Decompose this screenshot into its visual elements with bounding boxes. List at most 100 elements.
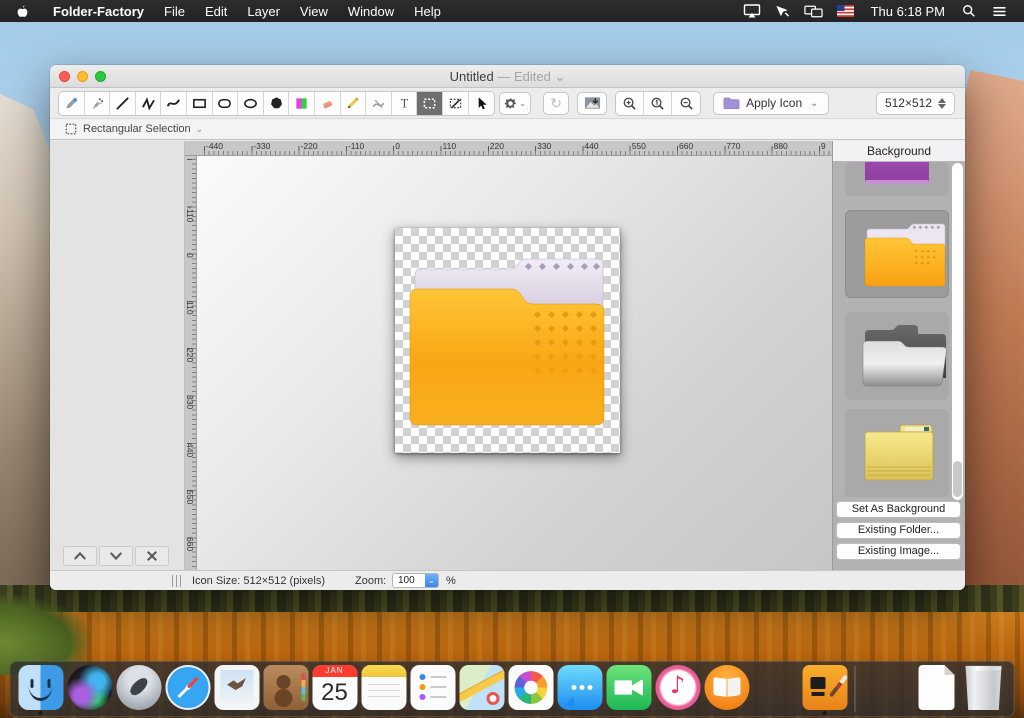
- lightning-app-app-icon: [863, 665, 908, 710]
- dock-calendar-icon[interactable]: JAN25: [312, 664, 358, 714]
- zoom-level-combobox[interactable]: 100 ⌄: [392, 573, 439, 588]
- dock-folder-factory-icon[interactable]: [802, 664, 848, 714]
- zoom-status-label: Zoom:: [355, 575, 386, 587]
- menu-window[interactable]: Window: [338, 4, 404, 19]
- dock-mail-icon[interactable]: [214, 664, 260, 714]
- scrollbar-thumb[interactable]: [953, 461, 962, 497]
- export-image-button[interactable]: [577, 92, 607, 115]
- rectangular-selection-tool[interactable]: [417, 92, 443, 115]
- next-arrow-button[interactable]: [99, 546, 133, 566]
- tool-group: T: [58, 91, 495, 116]
- dock-finder-icon[interactable]: [18, 664, 64, 714]
- dock-notes-icon[interactable]: [361, 664, 407, 714]
- redo-button[interactable]: ↻: [543, 92, 569, 115]
- notification-center-icon[interactable]: [987, 5, 1012, 18]
- window-titlebar[interactable]: Untitled — Edited ⌄: [50, 65, 965, 88]
- purple-folder-icon: [723, 97, 740, 109]
- main-toolbar: T ⌄ ↻ Apply Icon ⌄ 512×512: [50, 88, 965, 118]
- curve-tool[interactable]: [161, 92, 187, 115]
- existing-folder-button[interactable]: Existing Folder...: [836, 522, 961, 539]
- airplay-display-icon[interactable]: [738, 4, 766, 18]
- polygon-tool[interactable]: [264, 92, 290, 115]
- dock-photos-icon[interactable]: [508, 664, 554, 714]
- system-preferences-app-icon: [753, 665, 798, 710]
- status-bar: Icon Size: 512×512 (pixels) Zoom: 100 ⌄ …: [50, 570, 965, 590]
- panel-scrollbar[interactable]: [952, 163, 963, 500]
- zigzag-tool[interactable]: [136, 92, 162, 115]
- window-content: -440-330-220-110011022033044055066077088…: [50, 141, 965, 570]
- dock-safari-icon[interactable]: [165, 664, 211, 714]
- running-indicator-dot: [39, 711, 43, 715]
- previous-arrow-button[interactable]: [63, 546, 97, 566]
- dock-launchpad-icon[interactable]: [116, 664, 162, 714]
- dock-books-icon[interactable]: [704, 664, 750, 714]
- color-swatch-tool[interactable]: [289, 92, 315, 115]
- menu-file[interactable]: File: [154, 4, 195, 19]
- arrow-tool[interactable]: [469, 92, 495, 115]
- apply-icon-dropdown[interactable]: Apply Icon ⌄: [713, 92, 828, 115]
- dock: JAN25: [10, 661, 1015, 717]
- dock-messages-icon[interactable]: [557, 664, 603, 714]
- photos-app-icon: [508, 665, 553, 710]
- gear-menu-button[interactable]: ⌄: [499, 92, 531, 115]
- h-ruler-label: 220: [490, 141, 504, 151]
- set-as-background-button[interactable]: Set As Background: [836, 501, 961, 518]
- dock-reminders-icon[interactable]: [410, 664, 456, 714]
- zoom-out-button[interactable]: [672, 92, 700, 115]
- menu-edit[interactable]: Edit: [195, 4, 237, 19]
- background-thumbnail-graphite-folder[interactable]: [845, 312, 949, 400]
- edited-status[interactable]: — Edited: [497, 69, 550, 84]
- zoom-in-button[interactable]: [616, 92, 644, 115]
- zoom-dropdown-icon[interactable]: ⌄: [425, 574, 438, 587]
- zoom-actual-size-button[interactable]: [644, 92, 672, 115]
- dock-system-preferences-icon[interactable]: [753, 664, 799, 714]
- dock-siri-icon[interactable]: [67, 664, 113, 714]
- icon-size-stepper[interactable]: 512×512: [876, 92, 955, 115]
- icon-size-value: 512×512: [885, 96, 932, 110]
- menu-clock[interactable]: Thu 6:18 PM: [865, 4, 951, 19]
- rounded-rectangle-tool[interactable]: [213, 92, 239, 115]
- selection-mode-label[interactable]: Rectangular Selection: [83, 123, 191, 135]
- dock-trash-icon[interactable]: [961, 664, 1007, 714]
- folder-factory-window: Untitled — Edited ⌄ T ⌄ ↻ Apply Icon: [50, 65, 965, 590]
- dock-maps-icon[interactable]: [459, 664, 505, 714]
- menu-view[interactable]: View: [290, 4, 338, 19]
- canvas-area[interactable]: [197, 156, 832, 570]
- menu-app-name[interactable]: Folder-Factory: [43, 4, 154, 19]
- us-flag-icon[interactable]: [832, 5, 859, 17]
- ellipse-tool[interactable]: [238, 92, 264, 115]
- dock-contacts-icon[interactable]: [263, 664, 309, 714]
- pencil-tool[interactable]: [341, 92, 367, 115]
- menu-help[interactable]: Help: [404, 4, 451, 19]
- dock-lightning-app-icon[interactable]: [863, 664, 909, 714]
- dock-itunes-icon[interactable]: [655, 664, 701, 714]
- apple-menu-icon[interactable]: [0, 4, 43, 19]
- eyedropper-tool[interactable]: [59, 92, 85, 115]
- menu-layer[interactable]: Layer: [237, 4, 290, 19]
- dock-facetime-icon[interactable]: [606, 664, 652, 714]
- icon-artboard[interactable]: [395, 228, 620, 453]
- existing-image-button[interactable]: Existing Image...: [836, 543, 961, 560]
- running-indicator-dot: [823, 711, 827, 715]
- magic-selection-tool[interactable]: [443, 92, 469, 115]
- pane-resize-grip[interactable]: [172, 575, 181, 587]
- airbrush-tool[interactable]: [85, 92, 111, 115]
- background-thumbnail-list: [833, 162, 951, 501]
- dual-display-icon[interactable]: [799, 4, 828, 18]
- text-tool[interactable]: T: [392, 92, 418, 115]
- line-tool[interactable]: [110, 92, 136, 115]
- delete-x-button[interactable]: [135, 546, 169, 566]
- stepper-arrows-icon[interactable]: [938, 98, 946, 109]
- background-thumbnail-orange-folder[interactable]: [845, 210, 949, 298]
- eraser-tool[interactable]: [315, 92, 341, 115]
- zoom-level-value[interactable]: 100: [393, 574, 425, 587]
- spotlight-icon[interactable]: [957, 4, 981, 18]
- rectangle-tool[interactable]: [187, 92, 213, 115]
- dock-textedit-icon[interactable]: [912, 664, 958, 714]
- folder-factory-app-icon: [802, 665, 847, 710]
- pointer-device-icon[interactable]: [770, 4, 795, 18]
- background-thumbnail-yellow-folder[interactable]: [845, 409, 949, 497]
- retouch-tool[interactable]: [366, 92, 392, 115]
- v-ruler-label: 220: [185, 348, 195, 362]
- background-thumbnail-purple-folder[interactable]: [845, 162, 949, 196]
